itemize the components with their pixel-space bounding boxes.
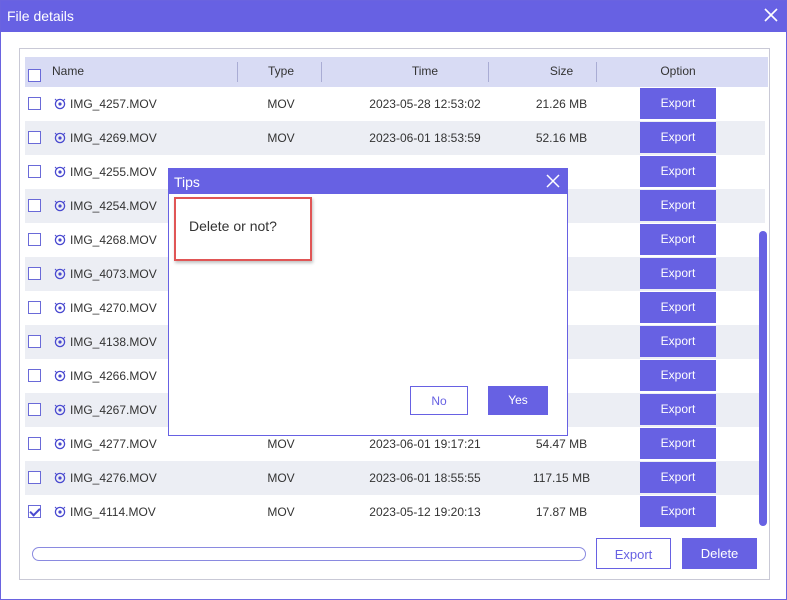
file-name: IMG_4267.MOV — [70, 403, 157, 417]
file-name: IMG_4254.MOV — [70, 199, 157, 213]
dialog-title-bar: Tips — [169, 169, 567, 194]
row-checkbox[interactable] — [28, 335, 41, 348]
title-bar: File details — [1, 1, 786, 32]
video-file-icon — [54, 370, 66, 382]
export-button[interactable]: Export — [596, 538, 671, 569]
header-option: Option — [660, 64, 696, 78]
file-time: 2023-06-01 19:17:21 — [369, 437, 481, 451]
file-name: IMG_4255.MOV — [70, 165, 157, 179]
row-checkbox[interactable] — [28, 471, 41, 484]
file-type: MOV — [267, 97, 295, 111]
row-export-button[interactable]: Export — [640, 428, 716, 459]
file-name: IMG_4138.MOV — [70, 335, 157, 349]
row-export-button[interactable]: Export — [640, 496, 716, 527]
video-file-icon — [54, 404, 66, 416]
no-button[interactable]: No — [410, 386, 468, 415]
file-type: MOV — [267, 131, 295, 145]
file-name: IMG_4073.MOV — [70, 267, 157, 281]
file-size: 54.47 MB — [535, 437, 588, 451]
row-export-button[interactable]: Export — [640, 224, 716, 255]
video-file-icon — [54, 438, 66, 450]
video-file-icon — [54, 98, 66, 110]
select-all-checkbox[interactable] — [28, 69, 41, 82]
table-row[interactable]: IMG_4257.MOV MOV 2023-05-28 12:53:02 21.26 … — [25, 87, 765, 121]
table-header: Name Type Time Size Option — [25, 57, 768, 87]
dialog-message: Delete or not? — [189, 218, 277, 234]
file-name: IMG_4269.MOV — [70, 131, 157, 145]
delete-button[interactable]: Delete — [682, 538, 757, 569]
row-export-button[interactable]: Export — [640, 156, 716, 187]
header-time: Time — [411, 64, 439, 78]
table-row[interactable]: IMG_4114.MOV MOV 2023-05-12 19:20:13 17.87 … — [25, 495, 765, 527]
video-file-icon — [54, 200, 66, 212]
dialog-title: Tips — [174, 174, 200, 190]
row-checkbox[interactable] — [28, 369, 41, 382]
file-name: IMG_4257.MOV — [70, 97, 157, 111]
row-export-button[interactable]: Export — [640, 122, 716, 153]
file-time: 2023-06-01 18:53:59 — [369, 131, 481, 145]
file-time: 2023-05-28 12:53:02 — [369, 97, 481, 111]
row-checkbox[interactable] — [28, 267, 41, 280]
row-export-button[interactable]: Export — [640, 326, 716, 357]
header-divider — [321, 62, 322, 82]
file-size: 17.87 MB — [535, 505, 588, 519]
file-type: MOV — [267, 505, 295, 519]
row-export-button[interactable]: Export — [640, 292, 716, 323]
file-type: MOV — [267, 437, 295, 451]
file-time: 2023-06-01 18:55:55 — [369, 471, 481, 485]
header-size: Size — [549, 64, 574, 78]
horizontal-scrollbar[interactable] — [32, 547, 586, 561]
video-file-icon — [54, 472, 66, 484]
file-size: 117.15 MB — [532, 471, 591, 485]
row-checkbox[interactable] — [28, 97, 41, 110]
file-name: IMG_4270.MOV — [70, 301, 157, 315]
row-export-button[interactable]: Export — [640, 190, 716, 221]
close-icon[interactable] — [762, 6, 780, 24]
row-checkbox[interactable] — [28, 437, 41, 450]
row-export-button[interactable]: Export — [640, 462, 716, 493]
file-name: IMG_4277.MOV — [70, 437, 157, 451]
tips-dialog: Tips Delete or not? No Yes — [168, 168, 568, 436]
row-checkbox[interactable] — [28, 403, 41, 416]
header-divider — [488, 62, 489, 82]
file-time: 2023-05-12 19:20:13 — [369, 505, 481, 519]
row-checkbox[interactable] — [28, 505, 41, 518]
video-file-icon — [54, 166, 66, 178]
row-export-button[interactable]: Export — [640, 394, 716, 425]
file-name: IMG_4114.MOV — [70, 505, 156, 519]
file-name: IMG_4268.MOV — [70, 233, 157, 247]
header-type: Type — [267, 64, 294, 78]
video-file-icon — [54, 302, 66, 314]
file-size: 52.16 MB — [535, 131, 588, 145]
video-file-icon — [54, 336, 66, 348]
table-row[interactable]: IMG_4269.MOV MOV 2023-06-01 18:53:59 52.16 … — [25, 121, 765, 155]
table-row[interactable]: IMG_4276.MOV MOV 2023-06-01 18:55:55 117.15… — [25, 461, 765, 495]
row-checkbox[interactable] — [28, 165, 41, 178]
file-size: 21.26 MB — [535, 97, 588, 111]
row-checkbox[interactable] — [28, 131, 41, 144]
close-icon[interactable] — [545, 173, 561, 189]
header-name: Name — [52, 64, 85, 78]
file-details-window: File details Name Type Time Size Option … — [0, 0, 787, 600]
header-divider — [596, 62, 597, 82]
row-export-button[interactable]: Export — [640, 88, 716, 119]
file-name: IMG_4266.MOV — [70, 369, 157, 383]
yes-button[interactable]: Yes — [488, 386, 548, 415]
row-export-button[interactable]: Export — [640, 258, 716, 289]
video-file-icon — [54, 234, 66, 246]
file-name: IMG_4276.MOV — [70, 471, 157, 485]
row-export-button[interactable]: Export — [640, 360, 716, 391]
header-divider — [237, 62, 238, 82]
video-file-icon — [54, 506, 66, 518]
row-checkbox[interactable] — [28, 233, 41, 246]
vertical-scrollbar[interactable] — [759, 231, 767, 526]
video-file-icon — [54, 132, 66, 144]
file-type: MOV — [267, 471, 295, 485]
video-file-icon — [54, 268, 66, 280]
row-checkbox[interactable] — [28, 301, 41, 314]
row-checkbox[interactable] — [28, 199, 41, 212]
window-title: File details — [7, 8, 74, 24]
